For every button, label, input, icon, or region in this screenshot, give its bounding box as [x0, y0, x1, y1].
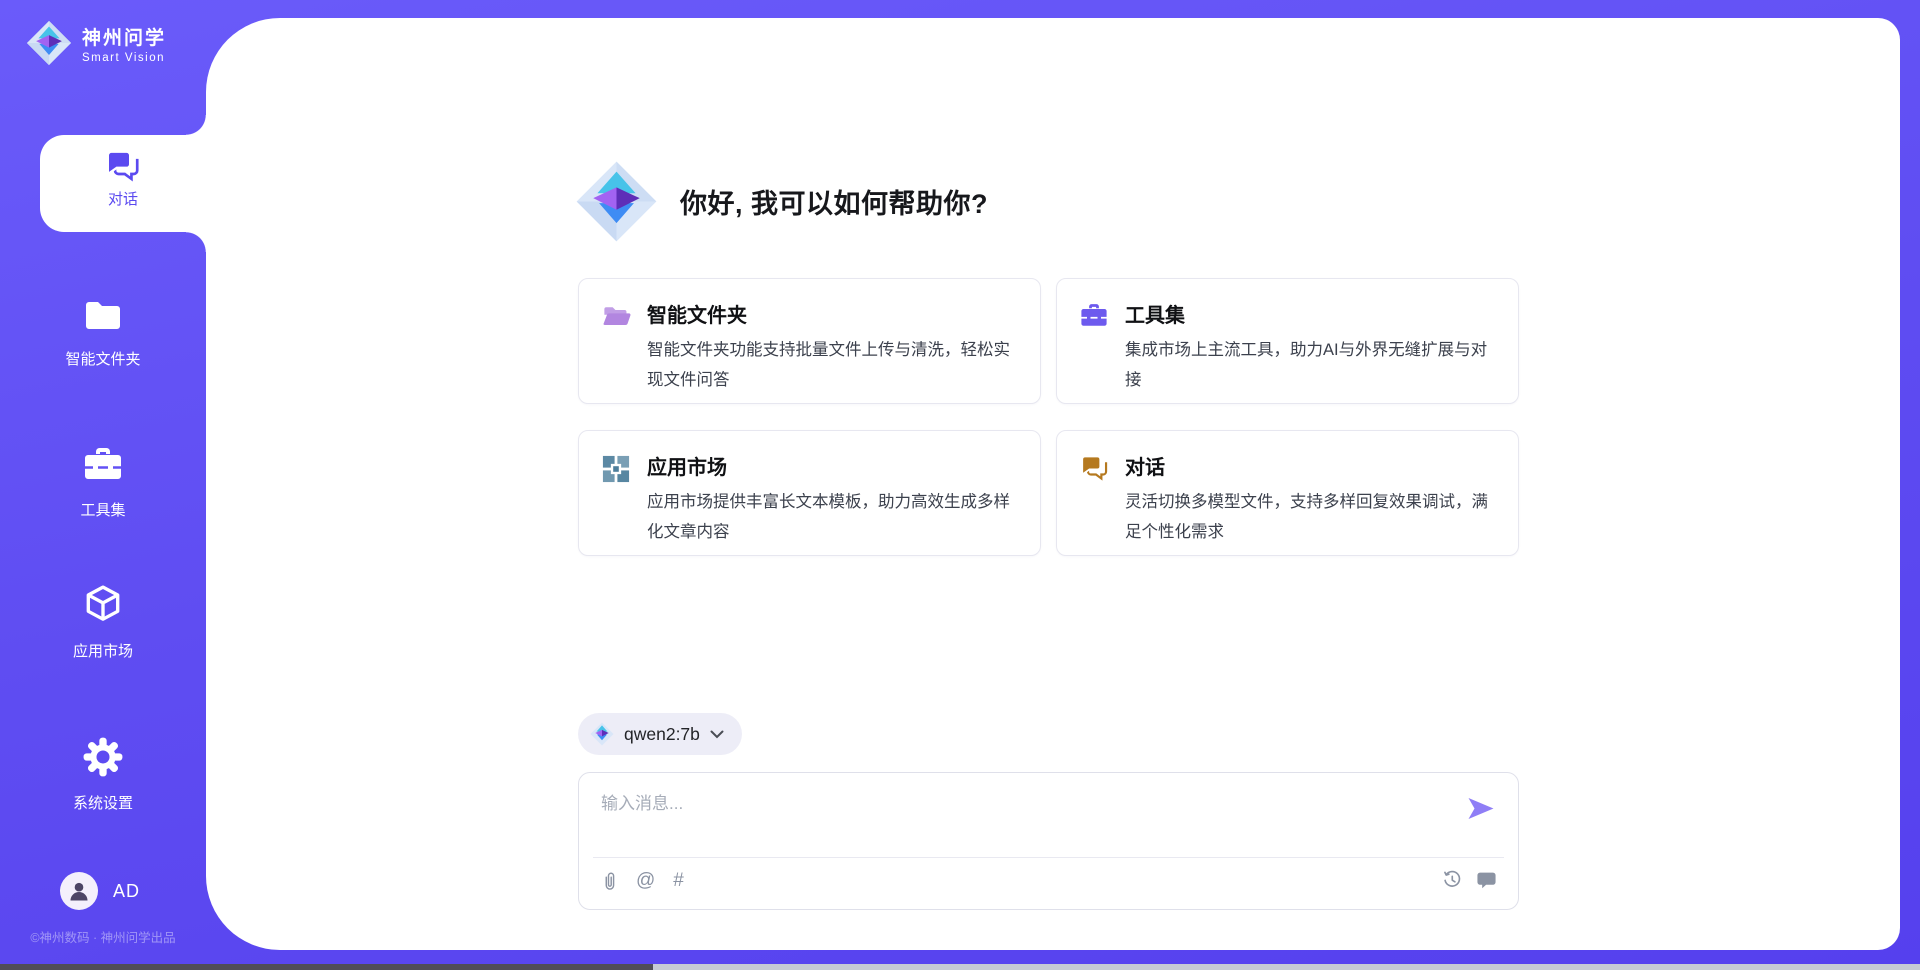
pixel-grid-icon [602, 455, 632, 555]
sidebar-item-app-market[interactable]: 应用市场 [0, 584, 206, 661]
attachment-icon[interactable] [601, 871, 618, 892]
card-description: 集成市场上主流工具，助力AI与外界无缝扩展与对接 [1125, 335, 1500, 395]
avatar [60, 872, 98, 910]
card-description: 灵活切换多模型文件，支持多样回复效果调试，满足个性化需求 [1125, 487, 1500, 547]
card-chat[interactable]: 对话 灵活切换多模型文件，支持多样回复效果调试，满足个性化需求 [1056, 430, 1519, 556]
mention-icon[interactable]: @ [636, 870, 655, 892]
assistant-diamond-icon [575, 160, 658, 243]
hashtag-icon[interactable]: # [673, 870, 684, 892]
feature-cards: 智能文件夹 智能文件夹功能支持批量文件上传与清洗，轻松实现文件问答 工具集 集成… [578, 278, 1519, 556]
card-title: 智能文件夹 [647, 299, 1022, 328]
send-icon [1466, 795, 1496, 822]
sidebar-item-smart-folder[interactable]: 智能文件夹 [0, 296, 206, 369]
card-description: 应用市场提供丰富长文本模板，助力高效生成多样化文章内容 [647, 487, 1022, 547]
user-account[interactable]: AD [60, 872, 140, 910]
card-app-market[interactable]: 应用市场 应用市场提供丰富长文本模板，助力高效生成多样化文章内容 [578, 430, 1041, 556]
card-title: 对话 [1125, 451, 1500, 480]
cube-icon [0, 584, 206, 631]
briefcase-icon [1080, 303, 1110, 403]
model-selector[interactable]: qwen2:7b [578, 713, 742, 755]
sidebar-item-label: 系统设置 [73, 795, 133, 812]
card-toolset[interactable]: 工具集 集成市场上主流工具，助力AI与外界无缝扩展与对接 [1056, 278, 1519, 404]
message-composer: @ # [578, 772, 1519, 910]
card-title: 应用市场 [647, 451, 1022, 480]
model-diamond-icon [590, 722, 614, 746]
gear-icon [0, 736, 206, 783]
folder-icon [0, 296, 206, 339]
sidebar: 神州问学 Smart Vision 智能文件夹 工具集 [0, 0, 206, 970]
brand-logo-diamond-icon [26, 20, 72, 66]
greeting-block: 你好, 我可以如何帮助你? [575, 160, 988, 243]
card-description: 智能文件夹功能支持批量文件上传与清洗，轻松实现文件问答 [647, 335, 1022, 395]
window-bottom-edge [0, 964, 1920, 970]
card-smart-folder[interactable]: 智能文件夹 智能文件夹功能支持批量文件上传与清洗，轻松实现文件问答 [578, 278, 1041, 404]
brand-name: 神州问学 [82, 23, 166, 50]
briefcase-icon [0, 445, 206, 490]
sidebar-item-settings[interactable]: 系统设置 [0, 736, 206, 813]
chat-bubble-icon[interactable] [1477, 871, 1496, 889]
composer-divider [593, 857, 1504, 858]
brand-subtitle: Smart Vision [82, 52, 166, 64]
send-button[interactable] [1466, 795, 1496, 822]
history-icon[interactable] [1442, 870, 1462, 890]
sidebar-item-toolset[interactable]: 工具集 [0, 445, 206, 520]
card-title: 工具集 [1125, 299, 1500, 328]
sidebar-item-label: 智能文件夹 [65, 351, 140, 368]
sidebar-item-label: 工具集 [80, 502, 125, 519]
brand: 神州问学 Smart Vision [26, 20, 166, 66]
model-name: qwen2:7b [624, 724, 700, 745]
copyright-text: ©神州数码 · 神州问学出品 [0, 927, 206, 946]
greeting-text: 你好, 我可以如何帮助你? [680, 182, 988, 221]
chevron-down-icon [710, 730, 724, 739]
sidebar-item-label: 应用市场 [73, 643, 133, 660]
chat-bubbles-icon [1080, 455, 1110, 555]
message-input[interactable] [601, 789, 1441, 819]
user-initials: AD [113, 881, 140, 902]
open-folder-icon [602, 303, 632, 403]
